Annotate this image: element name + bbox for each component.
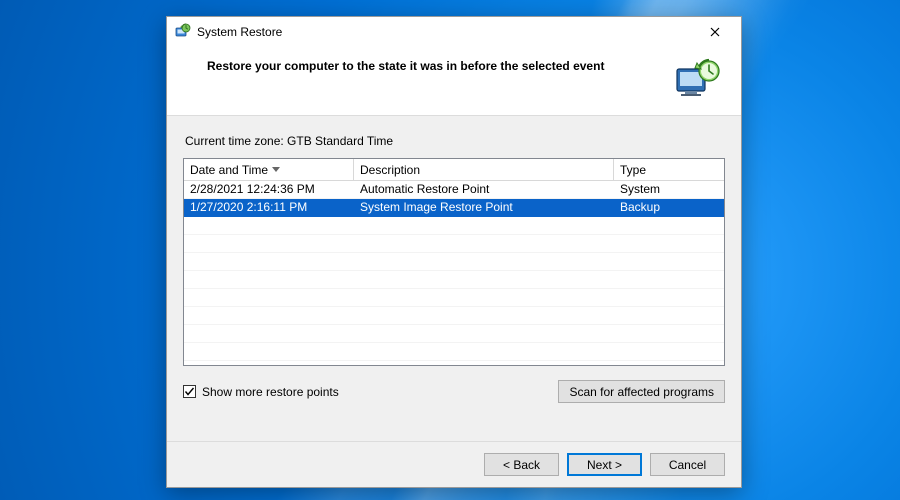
sort-indicator-icon <box>272 167 280 172</box>
show-more-checkbox[interactable]: Show more restore points <box>183 385 339 399</box>
window-title: System Restore <box>197 25 282 39</box>
column-header-datetime[interactable]: Date and Time <box>184 159 354 181</box>
checkmark-icon <box>184 386 195 397</box>
checkbox-box <box>183 385 196 398</box>
column-header-type[interactable]: Type <box>614 159 724 181</box>
dialog-footer: < Back Next > Cancel <box>167 441 741 487</box>
dialog-body: Current time zone: GTB Standard Time Dat… <box>167 116 741 441</box>
restore-points-list[interactable]: Date and Time Description Type 2/28/2021… <box>183 158 725 366</box>
list-header: Date and Time Description Type <box>184 159 724 181</box>
close-button[interactable] <box>695 20 735 44</box>
scan-affected-button[interactable]: Scan for affected programs <box>558 380 725 403</box>
dialog-heading: Restore your computer to the state it wa… <box>207 57 675 73</box>
list-body: 2/28/2021 12:24:36 PM Automatic Restore … <box>184 181 724 365</box>
column-header-description[interactable]: Description <box>354 159 614 181</box>
dialog-header: Restore your computer to the state it wa… <box>167 47 741 116</box>
app-icon <box>175 23 191 42</box>
system-restore-dialog: System Restore Restore your computer to … <box>166 16 742 488</box>
timezone-label: Current time zone: GTB Standard Time <box>185 134 725 148</box>
close-icon <box>710 24 720 40</box>
show-more-label: Show more restore points <box>202 385 339 399</box>
back-button[interactable]: < Back <box>484 453 559 476</box>
list-row[interactable]: 2/28/2021 12:24:36 PM Automatic Restore … <box>184 181 724 199</box>
titlebar: System Restore <box>167 17 741 47</box>
list-row[interactable]: 1/27/2020 2:16:11 PM System Image Restor… <box>184 199 724 217</box>
restore-hero-icon <box>675 57 723 101</box>
cancel-button[interactable]: Cancel <box>650 453 725 476</box>
next-button[interactable]: Next > <box>567 453 642 476</box>
